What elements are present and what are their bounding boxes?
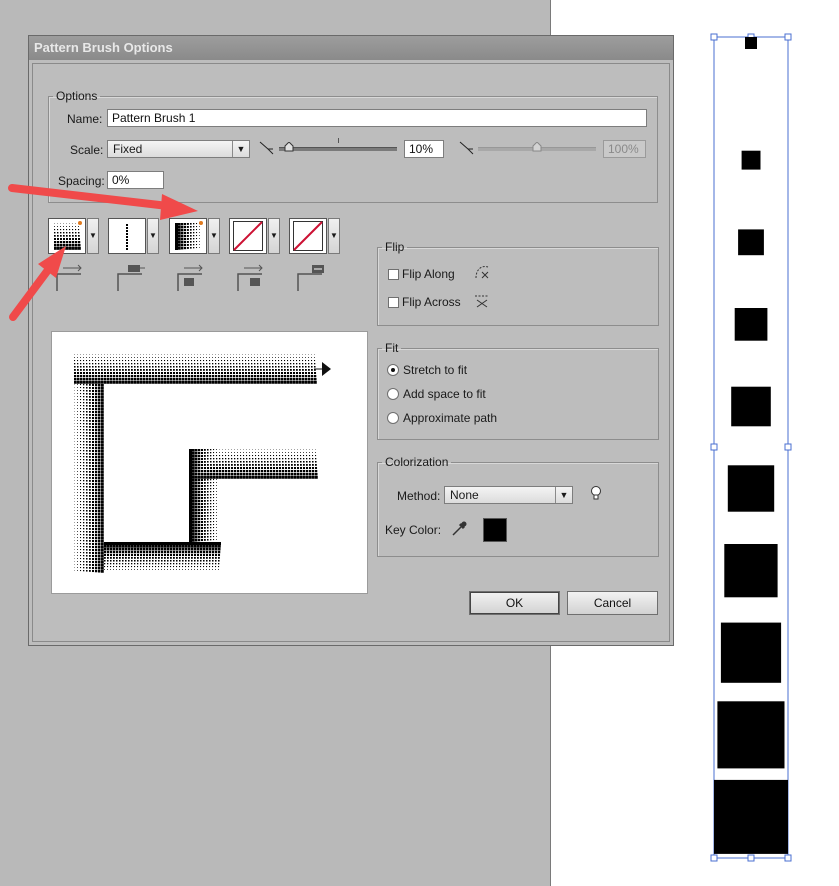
inner-corner-tile-type-icon	[177, 264, 203, 291]
selection-handle	[710, 443, 718, 451]
stretch-to-fit-label[interactable]: Stretch to fit	[403, 363, 467, 377]
outer-corner-pattern-icon	[54, 221, 82, 250]
chevron-down-icon: ▼	[330, 231, 338, 240]
outer-corner-tile[interactable]: ▼	[48, 218, 100, 256]
side-tile[interactable]: ▼	[108, 218, 160, 256]
flip-group: Flip	[377, 240, 659, 326]
spacing-label: Spacing:	[58, 174, 105, 188]
pattern-square	[745, 37, 757, 49]
pattern-square	[741, 150, 761, 170]
add-space-to-fit-radio[interactable]	[387, 388, 399, 400]
inner-corner-tile[interactable]: ▼	[169, 218, 221, 256]
scale-select[interactable]: Fixed ▼	[107, 140, 250, 158]
end-tile-type-icon	[297, 265, 324, 291]
scale-max-slider-knob[interactable]	[532, 142, 542, 152]
scale-slider-track[interactable]	[279, 147, 397, 151]
ok-button[interactable]: OK	[469, 591, 560, 615]
end-tile[interactable]: ▼	[289, 218, 341, 256]
outer-corner-tile-swatch[interactable]	[48, 218, 86, 254]
stretch-to-fit-radio[interactable]	[387, 364, 399, 376]
flip-along-checkbox[interactable]	[388, 269, 399, 280]
inner-corner-pattern-icon	[175, 221, 203, 250]
scale-label: Scale:	[70, 143, 104, 157]
flip-along-label[interactable]: Flip Along	[402, 267, 455, 281]
eyedropper-icon[interactable]	[451, 519, 469, 537]
side-pattern-icon	[126, 224, 128, 250]
selection-handle	[710, 854, 718, 862]
flip-across-checkbox[interactable]	[388, 297, 399, 308]
add-space-to-fit-label[interactable]: Add space to fit	[403, 387, 486, 401]
scale-max-percent-input[interactable]: 100%	[603, 140, 646, 158]
chevron-down-icon: ▼	[149, 231, 157, 240]
scale-max-icon	[459, 141, 474, 155]
pattern-square	[720, 622, 782, 683]
lightbulb-icon[interactable]	[589, 485, 603, 503]
pattern-square	[714, 779, 788, 854]
pattern-preview	[51, 331, 368, 594]
key-color-swatch[interactable]	[483, 518, 507, 542]
approximate-path-label[interactable]: Approximate path	[403, 411, 497, 425]
none-swatch-icon	[233, 221, 263, 251]
cancel-button[interactable]: Cancel	[567, 591, 658, 615]
method-select-value: None	[450, 488, 479, 502]
name-label: Name:	[67, 112, 103, 126]
fit-legend: Fit	[385, 341, 399, 355]
side-tile-swatch[interactable]	[108, 218, 146, 254]
scale-percent-input[interactable]: 10%	[404, 140, 444, 158]
start-tile-type-icon	[237, 264, 263, 291]
selection-handle	[710, 33, 718, 41]
end-tile-swatch[interactable]	[289, 218, 327, 254]
flip-along-icon	[475, 266, 489, 279]
chevron-down-icon: ▼	[89, 231, 97, 240]
side-tile-dropdown[interactable]: ▼	[147, 218, 159, 254]
outer-corner-tile-dropdown[interactable]: ▼	[87, 218, 99, 254]
pattern-square	[734, 308, 768, 341]
pattern-square	[724, 544, 778, 598]
pattern-square	[717, 701, 785, 769]
colorization-group: Colorization	[377, 455, 659, 557]
selection-handle	[747, 854, 755, 862]
approximate-path-radio[interactable]	[387, 412, 399, 424]
pattern-square	[731, 386, 771, 427]
pattern-brush-options-dialog: Pattern Brush Options Options Name: Patt…	[28, 35, 674, 646]
flip-legend: Flip	[385, 240, 405, 254]
start-tile-dropdown[interactable]: ▼	[268, 218, 280, 254]
dialog-body: Options Name: Pattern Brush 1 Scale: Fix…	[32, 63, 670, 642]
spacing-input[interactable]: 0%	[107, 171, 164, 189]
dialog-title[interactable]: Pattern Brush Options	[29, 36, 673, 60]
scale-min-icon	[259, 141, 274, 155]
slider-center-tick	[338, 138, 339, 143]
inner-corner-tile-swatch[interactable]	[169, 218, 207, 254]
scale-slider-knob[interactable]	[284, 142, 294, 152]
selection-handle	[784, 33, 792, 41]
scale-select-value: Fixed	[113, 142, 143, 156]
colorization-legend: Colorization	[385, 455, 449, 469]
method-select[interactable]: None ▼	[444, 486, 573, 504]
name-input[interactable]: Pattern Brush 1	[107, 109, 647, 127]
side-tile-type-icon	[117, 265, 145, 291]
outer-corner-tile-type-icon	[56, 264, 82, 291]
method-label: Method:	[397, 489, 441, 503]
start-tile[interactable]: ▼	[229, 218, 281, 256]
end-tile-dropdown[interactable]: ▼	[328, 218, 340, 254]
chevron-down-icon: ▼	[210, 231, 218, 240]
flip-across-label[interactable]: Flip Across	[402, 295, 461, 309]
flip-across-icon	[475, 295, 489, 308]
inner-corner-tile-dropdown[interactable]: ▼	[208, 218, 220, 254]
pattern-preview-artwork	[74, 354, 331, 573]
chevron-down-icon: ▼	[232, 141, 249, 157]
none-swatch-icon	[293, 221, 323, 251]
chevron-down-icon: ▼	[555, 487, 572, 503]
selection-handle	[784, 854, 792, 862]
key-color-label: Key Color:	[385, 523, 442, 537]
chevron-down-icon: ▼	[270, 231, 278, 240]
pattern-squares	[714, 37, 788, 854]
pattern-square	[738, 229, 764, 256]
start-tile-swatch[interactable]	[229, 218, 267, 254]
pattern-square	[727, 465, 775, 512]
options-legend: Options	[56, 89, 98, 103]
selection-handle	[784, 443, 792, 451]
